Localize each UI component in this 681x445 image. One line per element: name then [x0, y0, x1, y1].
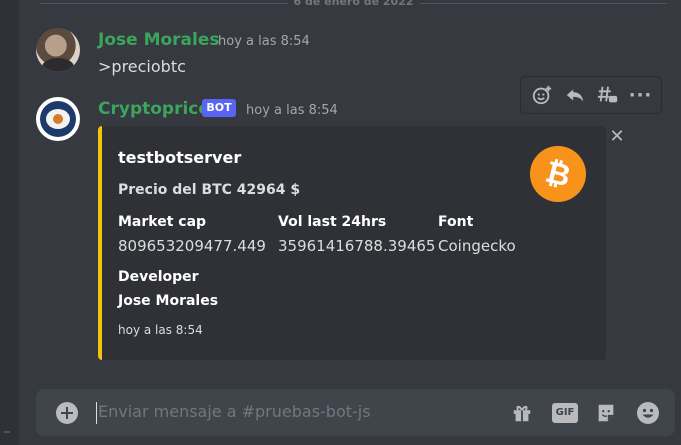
message-embed: testbotserver Precio del BTC 42964 $ Mar…: [98, 126, 606, 360]
server-sidebar-edge: [0, 0, 19, 445]
embed-developer-value: Jose Morales: [118, 293, 219, 309]
bot-author[interactable]: Cryptoprice: [98, 99, 210, 119]
user-avatar[interactable]: [36, 28, 80, 72]
embed-developer-label: Developer: [118, 269, 199, 285]
message-timestamp: hoy a las 8:54: [218, 34, 310, 49]
bitcoin-icon: ₿: [530, 146, 586, 202]
message-input[interactable]: Enviar mensaje a #pruebas-bot-js: [98, 402, 371, 421]
close-icon[interactable]: ✕: [608, 128, 626, 146]
text-caret: [96, 402, 97, 424]
gif-icon[interactable]: GIF: [552, 403, 578, 423]
more-glyph: ···: [628, 84, 653, 106]
embed-field-name: Market cap: [118, 214, 207, 230]
gift-icon[interactable]: [510, 401, 534, 425]
emoji-icon[interactable]: [636, 401, 660, 425]
date-divider-label: 6 de enero de 2022: [287, 0, 420, 8]
bot-message-timestamp: hoy a las 8:54: [246, 103, 338, 118]
bot-avatar-dot: [53, 114, 63, 124]
embed-title: testbotserver: [118, 148, 242, 167]
message-content: >preciobtc: [98, 57, 186, 76]
embed-footer: hoy a las 8:54: [118, 323, 203, 337]
more-icon[interactable]: ···: [626, 80, 656, 110]
embed-description: Precio del BTC 42964 $: [118, 182, 301, 198]
reply-icon[interactable]: [560, 80, 590, 110]
message-composer: Enviar mensaje a #pruebas-bot-js GIF: [36, 389, 675, 436]
embed-field-value: 35961416788.39465: [278, 237, 436, 255]
bot-avatar[interactable]: [36, 97, 80, 141]
embed-field-name: Vol last 24hrs: [278, 214, 387, 230]
message-actions-toolbar: ···: [520, 76, 662, 114]
create-thread-icon[interactable]: [593, 80, 623, 110]
message-author[interactable]: Jose Morales: [98, 30, 220, 50]
embed-accent-bar: [98, 126, 102, 360]
add-reaction-icon[interactable]: [527, 80, 557, 110]
embed-field-name: Font: [438, 214, 474, 230]
date-divider: 6 de enero de 2022: [40, 0, 667, 8]
embed-field-value: 809653209477.449: [118, 237, 266, 255]
sticker-icon[interactable]: [594, 401, 618, 425]
add-icon[interactable]: [56, 402, 78, 424]
bot-badge: BOT: [202, 99, 236, 117]
sidebar-marker: [4, 431, 10, 433]
bitcoin-glyph: ₿: [542, 155, 574, 195]
embed-field-value: Coingecko: [438, 237, 516, 255]
